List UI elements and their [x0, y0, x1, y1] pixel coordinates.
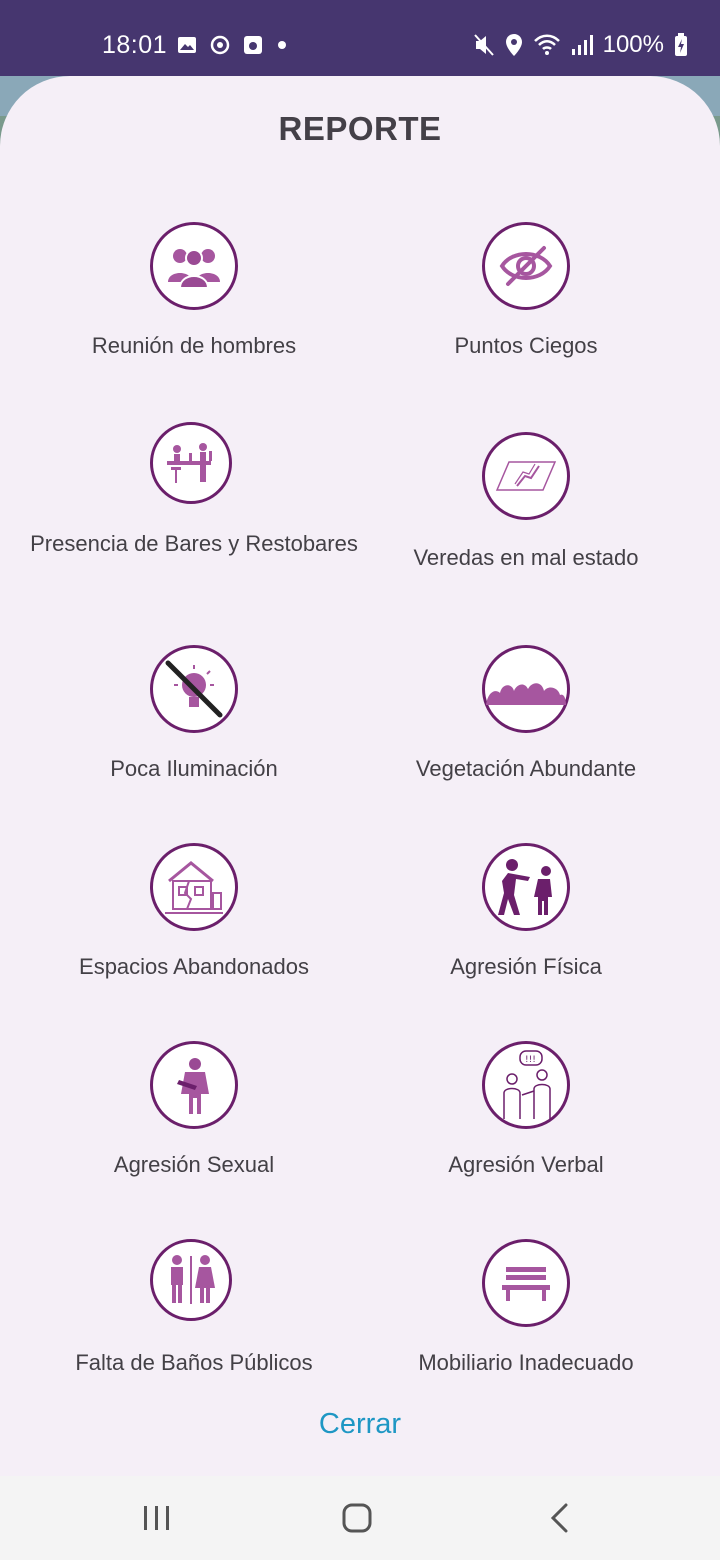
- report-item-bares[interactable]: Presencia de Bares y Restobares: [29, 422, 359, 592]
- item-label: Veredas en mal estado: [413, 545, 639, 570]
- sync-icon: [210, 35, 230, 55]
- report-item-puntos-ciegos[interactable]: Puntos Ciegos: [361, 222, 691, 362]
- signal-icon: [571, 35, 593, 55]
- battery-charging-icon: [675, 33, 687, 56]
- sheet-title: REPORTE: [278, 110, 442, 147]
- item-label: Falta de Baños Públicos: [75, 1350, 313, 1375]
- group-of-men-icon: [168, 249, 220, 289]
- item-label: Mobiliario Inadecuado: [418, 1350, 634, 1375]
- bar-icon: [167, 443, 212, 483]
- report-item-mobiliario[interactable]: Mobiliario Inadecuado: [361, 1239, 691, 1379]
- broken-sidewalk-icon: [495, 461, 557, 491]
- item-label: Agresión Verbal: [448, 1152, 604, 1177]
- bench-icon: [502, 1267, 550, 1301]
- report-item-banos[interactable]: Falta de Baños Públicos: [29, 1239, 359, 1379]
- svg-text:!!!: !!!: [525, 1055, 536, 1065]
- close-button[interactable]: Cerrar: [300, 1408, 420, 1448]
- navigation-bar: [0, 1476, 720, 1560]
- item-label: Presencia de Bares y Restobares: [30, 531, 358, 556]
- report-item-abandonados[interactable]: Espacios Abandonados: [29, 843, 359, 983]
- sexual-aggression-icon: [177, 1058, 209, 1114]
- battery-percentage: 100%: [602, 31, 664, 58]
- restroom-icon: [171, 1255, 215, 1304]
- item-label: Puntos Ciegos: [454, 333, 598, 358]
- verbal-aggression-icon: !!!: [503, 1050, 551, 1119]
- location-icon: [505, 34, 522, 56]
- report-item-veredas[interactable]: Veredas en mal estado: [361, 432, 691, 582]
- report-item-agresion-sexual[interactable]: Agresión Sexual: [29, 1041, 359, 1181]
- media-icon: [244, 36, 262, 54]
- abandoned-building-icon: [165, 861, 223, 914]
- status-time: 18:01: [102, 31, 168, 59]
- wifi-icon: [533, 34, 560, 55]
- item-label: Poca Iluminación: [110, 756, 278, 781]
- dot-icon: [278, 41, 286, 49]
- image-icon: [178, 37, 196, 53]
- item-label: Vegetación Abundante: [415, 756, 637, 781]
- home-icon[interactable]: [341, 1502, 373, 1534]
- eye-slash-icon: [499, 246, 553, 286]
- item-label: Agresión Sexual: [113, 1152, 275, 1177]
- physical-aggression-icon: [498, 859, 552, 915]
- report-item-vegetacion[interactable]: Vegetación Abundante: [361, 645, 691, 785]
- no-light-bulb-icon: [165, 660, 223, 718]
- item-label: Agresión Física: [450, 954, 602, 979]
- report-item-reunion-hombres[interactable]: Reunión de hombres: [29, 222, 359, 362]
- recents-icon[interactable]: [142, 1504, 172, 1532]
- item-label: Reunión de hombres: [91, 333, 297, 358]
- report-item-iluminacion[interactable]: Poca Iluminación: [29, 645, 359, 785]
- item-label: Espacios Abandonados: [79, 954, 309, 979]
- bushes-icon: [486, 683, 566, 705]
- report-item-agresion-verbal[interactable]: !!! Agresión Verbal: [361, 1041, 691, 1181]
- report-item-agresion-fisica[interactable]: Agresión Física: [361, 843, 691, 983]
- mute-icon: [473, 34, 494, 56]
- back-icon[interactable]: [548, 1502, 570, 1534]
